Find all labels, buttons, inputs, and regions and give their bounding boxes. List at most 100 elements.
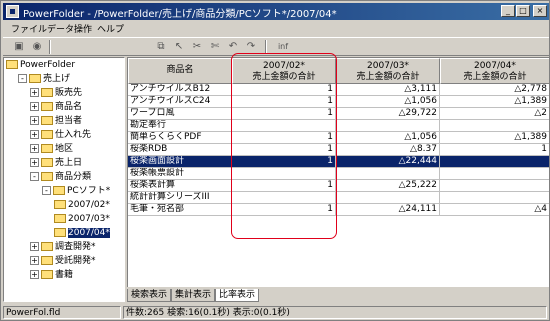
folder-icon — [41, 256, 53, 265]
tree-item-label: 売上げ — [43, 74, 71, 84]
copy-icon[interactable]: ⧉ — [153, 40, 169, 54]
expand-icon[interactable]: + — [30, 116, 39, 125]
tree-item[interactable]: - PCソフト* — [42, 186, 110, 197]
cell-sales-total: △1,056 — [336, 132, 440, 144]
maximize-button[interactable]: □ — [516, 5, 530, 17]
menu-data-ops[interactable]: データ操作 — [47, 22, 92, 35]
eye-icon[interactable]: ◉ — [29, 40, 45, 54]
tree-item[interactable]: + 調査開発* — [30, 242, 96, 253]
tab-summary-view[interactable]: 集計表示 — [171, 289, 216, 302]
tree-item[interactable]: + 担当者 — [30, 116, 82, 127]
collapse-icon[interactable]: - — [18, 74, 27, 83]
column-header-period: 2007/02* — [263, 61, 305, 71]
cell-sales-total: △2 — [440, 108, 549, 120]
column-header-2007-02[interactable]: 2007/02* 売上金額の合計 — [232, 58, 336, 84]
table-row[interactable]: 桜楽画面設計 1 △22,444 — [128, 156, 549, 168]
expand-icon[interactable]: + — [30, 242, 39, 251]
toolbar: ▣ ◉ ⧉ ↖ ✂ ✄ ↶ ↷ inf — [3, 37, 549, 56]
expand-icon[interactable]: + — [30, 256, 39, 265]
tree-item-label: 地区 — [55, 144, 74, 154]
table-row[interactable]: アンチウイルスB12 1 △3,111 △2,778 — [128, 84, 549, 96]
folder-icon — [41, 130, 53, 139]
cut-icon[interactable]: ✄ — [207, 40, 223, 54]
tree-item[interactable]: + 地区 — [30, 144, 73, 155]
tree-item[interactable]: + 仕入れ先 — [30, 130, 91, 141]
redo-icon[interactable]: ↷ — [243, 40, 259, 54]
tree-item[interactable]: + 書籍 — [30, 270, 73, 281]
expand-icon[interactable]: + — [30, 270, 39, 279]
image-icon[interactable]: ▣ — [11, 40, 27, 54]
tree-item[interactable]: 2007/03* — [54, 214, 110, 225]
tree-item-label: 2007/04* — [68, 228, 110, 238]
collapse-icon[interactable]: - — [30, 172, 39, 181]
tree-item[interactable]: - 売上げ — [18, 74, 70, 85]
tree-item-label: 販売先 — [55, 88, 83, 98]
menu-help[interactable]: ヘルプ — [97, 22, 124, 35]
scissors-icon[interactable]: ✂ — [189, 40, 205, 54]
table-row[interactable]: アンチウイルスC24 1 △1,056 △1,389 — [128, 96, 549, 108]
expand-icon[interactable]: + — [30, 102, 39, 111]
cell-sales-total: △25,222 — [336, 180, 440, 192]
tab-search-view[interactable]: 検索表示 — [127, 289, 172, 302]
column-header-2007-03[interactable]: 2007/03* 売上金額の合計 — [336, 58, 440, 84]
cell-product-name: アンチウイルスC24 — [128, 96, 232, 108]
folder-icon — [41, 116, 53, 125]
expand-icon[interactable]: + — [30, 158, 39, 167]
cell-sales-total: △3,111 — [336, 84, 440, 96]
close-button[interactable]: × — [533, 5, 547, 17]
tree-item[interactable]: + 商品名 — [30, 102, 82, 113]
tree-item[interactable]: + 売上日 — [30, 158, 82, 169]
tab-ratio-view[interactable]: 比率表示 — [215, 289, 260, 302]
table-row[interactable]: 簡単らくらくPDF 1 △1,056 △1,389 — [128, 132, 549, 144]
folder-icon — [54, 200, 66, 209]
menu-file[interactable]: ファイル — [11, 22, 47, 35]
tree-item-label: PowerFolder — [20, 60, 76, 70]
table-row[interactable]: 桜楽表計算 1 △25,222 — [128, 180, 549, 192]
toolbar-separator — [49, 40, 51, 54]
cell-sales-total: △1,056 — [336, 96, 440, 108]
folder-icon — [41, 144, 53, 153]
tree-item[interactable]: - 商品分類 — [30, 172, 91, 183]
tree-item[interactable]: PowerFolder — [6, 60, 75, 71]
expand-icon[interactable]: + — [30, 144, 39, 153]
expand-icon[interactable]: + — [30, 88, 39, 97]
folder-icon — [6, 60, 18, 69]
cell-sales-total — [336, 120, 440, 132]
folder-icon — [41, 102, 53, 111]
cell-sales-total — [336, 192, 440, 204]
column-header-measure: 売上金額の合計 — [356, 72, 420, 82]
cell-sales-total: △8.37 — [336, 144, 440, 156]
cell-sales-total — [440, 168, 549, 180]
cell-product-name: ワープロ風 — [128, 108, 232, 120]
cell-sales-total: △24,111 — [336, 204, 440, 216]
table-row[interactable]: 統計計算シリーズIII — [128, 192, 549, 204]
column-header-product[interactable]: 商品名 — [128, 58, 232, 84]
tree-item[interactable]: 2007/02* — [54, 200, 110, 211]
table-row[interactable]: 桜楽帳票設計 — [128, 168, 549, 180]
cell-sales-total — [232, 192, 336, 204]
info-icon[interactable]: inf — [275, 40, 291, 54]
title-bar[interactable]: PowerFolder - /PowerFolder/売上げ/商品分類/PCソフ… — [3, 3, 549, 20]
column-header-2007-04[interactable]: 2007/04* 売上金額の合計 — [440, 58, 549, 84]
tree-item[interactable]: + 受託開発* — [30, 256, 96, 267]
table-row[interactable]: 毛筆・宛名部 1 △24,111 △4 — [128, 204, 549, 216]
table-row[interactable]: 勘定奉行 — [128, 120, 549, 132]
folder-icon — [54, 228, 66, 237]
table-row[interactable]: 桜楽RDB 1 △8.37 1 — [128, 144, 549, 156]
cell-sales-total: △4 — [440, 204, 549, 216]
expand-icon[interactable]: + — [30, 130, 39, 139]
cell-sales-total: 1 — [232, 204, 336, 216]
tree-item-label: 受託開発* — [55, 256, 96, 266]
cell-product-name: 統計計算シリーズIII — [128, 192, 232, 204]
table-row[interactable]: ワープロ風 1 △29,722 △2 — [128, 108, 549, 120]
tree-item[interactable]: 2007/04* — [54, 228, 110, 239]
arrow-icon[interactable]: ↖ — [171, 40, 187, 54]
minimize-button[interactable]: _ — [501, 5, 515, 17]
cell-sales-total — [440, 120, 549, 132]
tree-item-label: 2007/02* — [68, 200, 110, 210]
undo-icon[interactable]: ↶ — [225, 40, 241, 54]
collapse-icon[interactable]: - — [42, 186, 51, 195]
cell-product-name: アンチウイルスB12 — [128, 84, 232, 96]
tree-item[interactable]: + 販売先 — [30, 88, 82, 99]
folder-icon — [41, 158, 53, 167]
